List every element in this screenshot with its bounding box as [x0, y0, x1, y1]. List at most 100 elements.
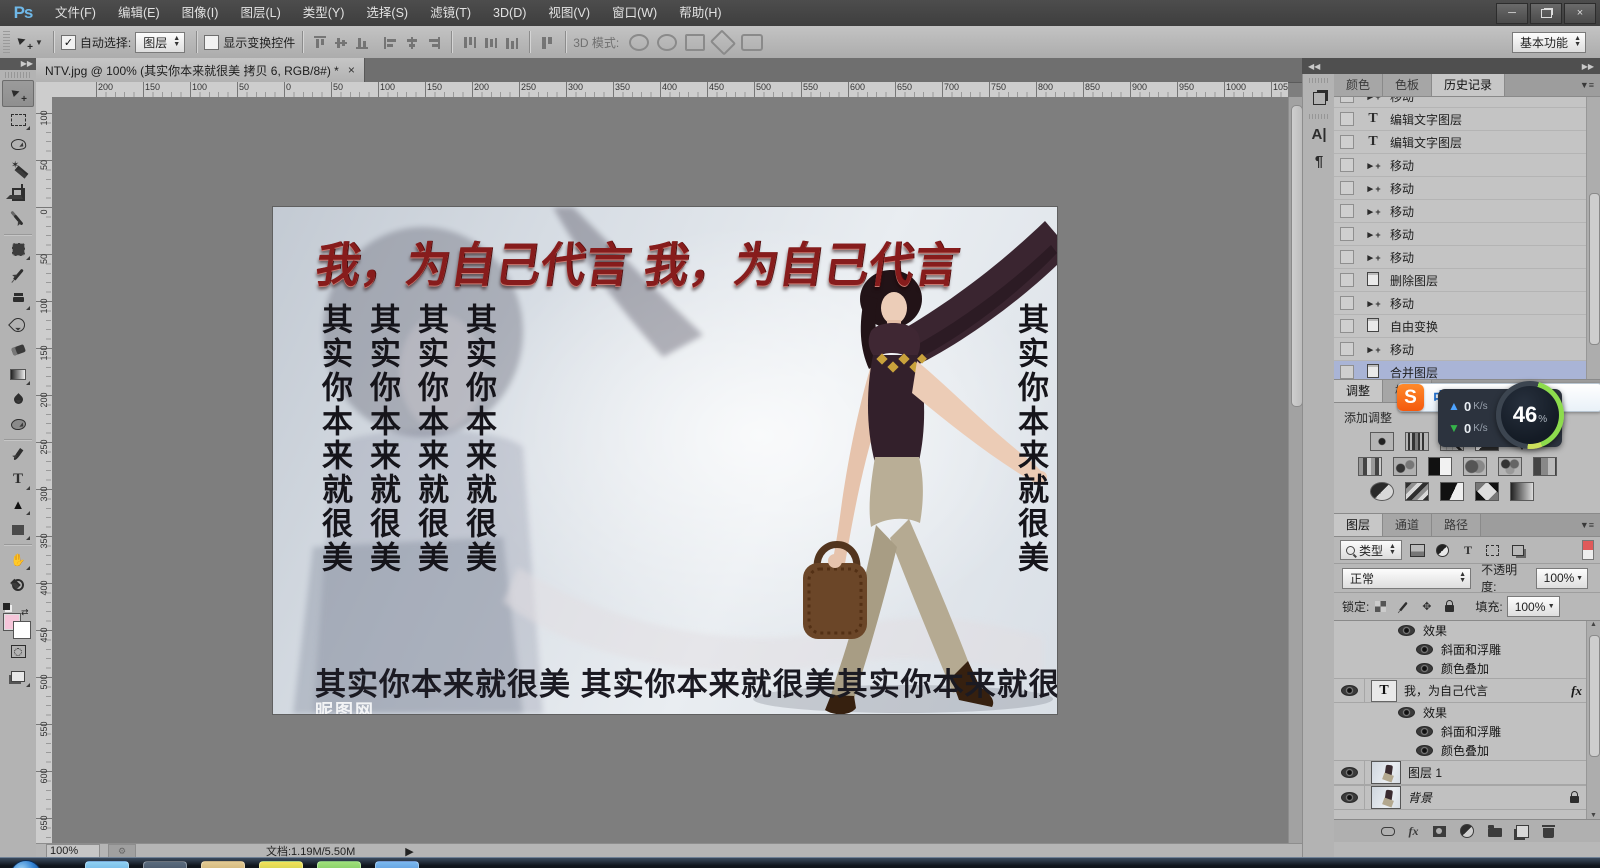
history-source-checkbox[interactable] [1340, 112, 1354, 126]
tab-layers[interactable]: 图层 [1334, 514, 1384, 536]
blend-mode-select[interactable]: 正常 ▲ ▼ [1342, 567, 1472, 589]
align-right-edges-icon[interactable] [426, 36, 441, 49]
restore-button[interactable] [1530, 2, 1562, 24]
color-lookup-icon[interactable] [1533, 457, 1557, 476]
collapse-panels-icon[interactable]: ◀◀ [1308, 62, 1320, 71]
history-item[interactable]: 删除图层 [1334, 269, 1600, 292]
lasso-tool[interactable] [4, 132, 32, 157]
eyedropper-tool[interactable] [4, 207, 32, 232]
close-button[interactable]: × [1564, 2, 1596, 24]
vertical-ruler[interactable]: 100 50 0 50 100 150 200 250 300 350 400 … [36, 97, 53, 843]
tab-history[interactable]: 历史记录 [1432, 74, 1506, 96]
history-scrollbar[interactable] [1586, 97, 1600, 379]
quick-selection-tool[interactable] [4, 157, 32, 182]
expand-panels-icon[interactable]: ▶▶ [1582, 62, 1594, 71]
background-layer-row[interactable]: 背景 [1334, 785, 1600, 810]
horizontal-ruler[interactable]: 200 150 100 50 0 50 100 150 200 250 300 … [52, 82, 1288, 98]
history-item[interactable]: 移动 [1334, 223, 1600, 246]
history-brush-tool[interactable] [4, 312, 32, 337]
history-item[interactable]: 移动 [1334, 292, 1600, 315]
layers-scrollbar[interactable]: ▲ ▼ [1586, 621, 1600, 819]
taskbar-app-icon[interactable] [85, 861, 129, 868]
tab-close-icon[interactable]: × [348, 63, 355, 77]
layer-name[interactable]: 我，为自己代言 [1404, 682, 1488, 699]
3d-roll-icon[interactable] [657, 33, 678, 51]
history-source-checkbox[interactable] [1340, 296, 1354, 310]
history-item[interactable]: 移动 [1334, 154, 1600, 177]
gradient-map-icon[interactable] [1475, 482, 1499, 501]
properties-panel-icon[interactable] [1307, 86, 1331, 110]
rectangular-marquee-tool[interactable] [4, 107, 32, 132]
history-source-checkbox[interactable] [1340, 204, 1354, 218]
clone-stamp-tool[interactable] [4, 287, 32, 312]
menu-select[interactable]: 选择(S) [355, 0, 419, 26]
filter-pixel-layers-icon[interactable] [1409, 542, 1427, 558]
lock-transparency-icon[interactable] [1373, 600, 1388, 614]
taskbar-app-icon[interactable] [143, 861, 187, 868]
history-source-checkbox[interactable] [1340, 158, 1354, 172]
tab-color[interactable]: 颜色 [1334, 74, 1384, 96]
paragraph-panel-icon[interactable]: ¶ [1307, 149, 1331, 173]
history-source-checkbox[interactable] [1340, 135, 1354, 149]
history-item-selected[interactable]: 合并图层 [1334, 361, 1600, 379]
path-selection-tool[interactable]: ▲ [4, 492, 32, 517]
zoom-tool[interactable] [4, 572, 32, 597]
move-tool-preset-icon[interactable] [16, 34, 33, 53]
crop-tool[interactable] [4, 182, 32, 207]
auto-select-checkbox[interactable]: ✓ [60, 34, 76, 50]
posterize-icon[interactable] [1405, 482, 1429, 501]
text-layer-thumbnail[interactable]: T [1371, 679, 1397, 702]
tools-collapse-icon[interactable]: ▶▶ [0, 58, 36, 70]
layer-effect-item[interactable]: 颜色叠加 [1334, 659, 1600, 678]
swap-colors-icon[interactable]: ⇄ [21, 607, 29, 618]
lock-position-icon[interactable]: ✥ [1419, 600, 1434, 614]
filter-smart-objects-icon[interactable] [1509, 542, 1527, 558]
history-item[interactable]: 移动 [1334, 338, 1600, 361]
scrollbar-thumb[interactable] [1589, 635, 1600, 757]
zoom-level-field[interactable]: 100% [46, 844, 100, 858]
history-source-checkbox[interactable] [1340, 273, 1354, 287]
blur-tool[interactable] [4, 387, 32, 412]
3d-camera-icon[interactable] [741, 33, 764, 51]
layer-effects-header[interactable]: 效果 [1334, 621, 1600, 640]
scrollbar-thumb[interactable] [1589, 193, 1600, 345]
add-layer-mask-button[interactable] [1432, 823, 1446, 839]
character-panel-icon[interactable]: A| [1307, 122, 1331, 146]
layer-effect-item[interactable]: 颜色叠加 [1334, 741, 1600, 760]
filter-adjustment-layers-icon[interactable] [1434, 542, 1452, 558]
scroll-up-icon[interactable]: ▲ [1587, 621, 1600, 628]
levels-icon[interactable] [1405, 432, 1429, 451]
visibility-eye-icon[interactable] [1416, 644, 1433, 655]
menu-layer[interactable]: 图层(L) [229, 0, 291, 26]
history-source-checkbox[interactable] [1340, 319, 1354, 333]
menu-view[interactable]: 视图(V) [537, 0, 601, 26]
black-white-icon[interactable] [1428, 457, 1452, 476]
visibility-eye-icon[interactable] [1398, 625, 1415, 636]
tab-channels[interactable]: 通道 [1383, 514, 1433, 536]
taskbar-app-icon[interactable] [201, 861, 245, 868]
document-tab[interactable]: NTV.jpg @ 100% (其实你本来就很美 拷贝 6, RGB/8#) *… [36, 58, 365, 82]
color-balance-icon[interactable] [1393, 457, 1417, 476]
new-adjustment-layer-button[interactable] [1459, 823, 1474, 839]
visibility-eye-icon[interactable] [1416, 726, 1433, 737]
tab-adjustments[interactable]: 调整 [1334, 380, 1384, 402]
taskbar-app-icon[interactable] [259, 861, 303, 868]
opacity-field[interactable]: 100% ▼ [1535, 567, 1588, 589]
3d-orbit-icon[interactable] [629, 33, 650, 51]
preset-dropdown-icon[interactable]: ▼ [35, 38, 43, 47]
align-left-edges-icon[interactable] [384, 36, 399, 49]
history-source-checkbox[interactable] [1340, 342, 1354, 356]
distribute-spacing-icon[interactable] [540, 36, 555, 49]
layer-style-button[interactable]: fx [1409, 823, 1419, 839]
threshold-icon[interactable] [1440, 482, 1464, 501]
taskbar-app-icon[interactable] [317, 861, 361, 868]
history-source-checkbox[interactable] [1340, 250, 1354, 264]
layer-name[interactable]: 图层 1 [1408, 764, 1442, 781]
visibility-eye-icon[interactable] [1398, 707, 1415, 718]
filter-shape-layers-icon[interactable] [1484, 542, 1502, 558]
fill-field[interactable]: 100% ▼ [1506, 596, 1560, 617]
panel-menu-icon[interactable]: ▼≡ [1580, 74, 1594, 96]
brightness-contrast-icon[interactable] [1370, 432, 1394, 451]
scroll-down-icon[interactable]: ▼ [1587, 812, 1600, 819]
eraser-tool[interactable] [4, 337, 32, 362]
